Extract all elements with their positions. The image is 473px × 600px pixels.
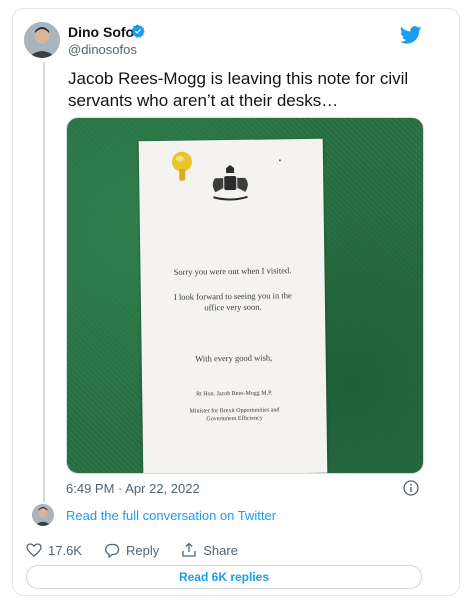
note-line-2: I look forward to seeing you in the offi… xyxy=(173,290,292,313)
small-avatar[interactable] xyxy=(32,504,54,526)
tweet-timestamp[interactable]: 6:49 PM · Apr 22, 2022 xyxy=(66,481,200,496)
reply-icon xyxy=(105,543,120,558)
like-count: 17.6K xyxy=(48,542,82,558)
note-line-3: With every good wish, xyxy=(195,352,273,364)
read-conversation-link[interactable]: Read the full conversation on Twitter xyxy=(66,508,276,523)
note-signature: Rt Hon. Jacob Rees-Mogg M.P. xyxy=(196,390,273,398)
reply-button[interactable]: Reply xyxy=(104,542,159,558)
twitter-bird-icon[interactable] xyxy=(400,26,422,44)
note-role: Minister for Brexit Opportunities and Go… xyxy=(189,407,280,423)
author-handle[interactable]: @dinosofos xyxy=(68,42,137,57)
note-line-1: Sorry you were out when I visited. xyxy=(173,265,292,277)
avatar[interactable] xyxy=(24,22,60,58)
read-replies-button[interactable]: Read 6K replies xyxy=(26,565,422,589)
like-button[interactable]: 17.6K xyxy=(26,542,82,558)
share-label: Share xyxy=(203,542,238,558)
share-icon xyxy=(182,542,196,557)
action-bar: 17.6K Reply Share xyxy=(26,540,260,560)
royal-crest-icon xyxy=(212,165,248,201)
tweet-photo[interactable]: Sorry you were out when I visited. I loo… xyxy=(66,117,424,474)
push-pin-icon xyxy=(171,151,192,181)
heart-icon xyxy=(26,543,42,557)
share-button[interactable]: Share xyxy=(181,542,238,558)
info-icon[interactable] xyxy=(403,480,419,496)
note-speck xyxy=(278,159,281,162)
reply-label: Reply xyxy=(125,542,160,558)
thread-line xyxy=(43,62,45,502)
verified-badge-icon xyxy=(131,24,145,38)
tweet-text: Jacob Rees-Mogg is leaving this note for… xyxy=(68,69,409,110)
note-card: Sorry you were out when I visited. I loo… xyxy=(138,138,328,473)
